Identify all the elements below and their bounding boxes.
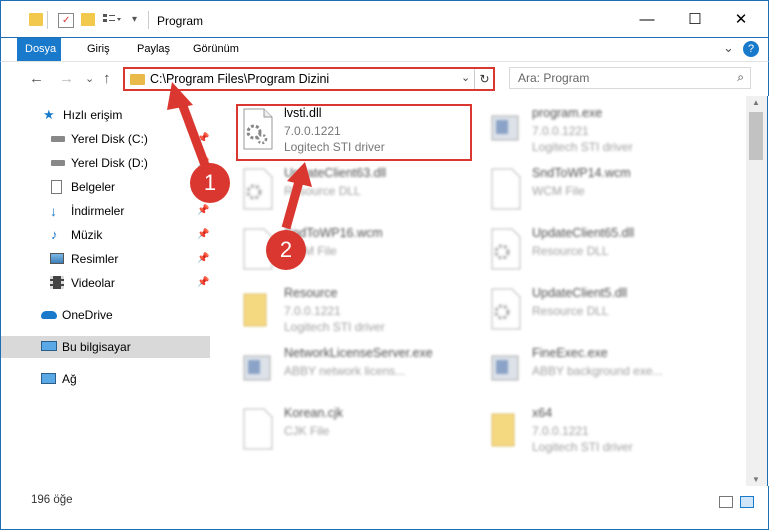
callout-arrow-2: [281, 162, 312, 230]
callout-arrows: [167, 82, 312, 230]
callout-arrow-1: [167, 82, 210, 167]
callout-badge-1: 1: [190, 163, 230, 203]
callout-badge-2: 2: [266, 230, 306, 270]
